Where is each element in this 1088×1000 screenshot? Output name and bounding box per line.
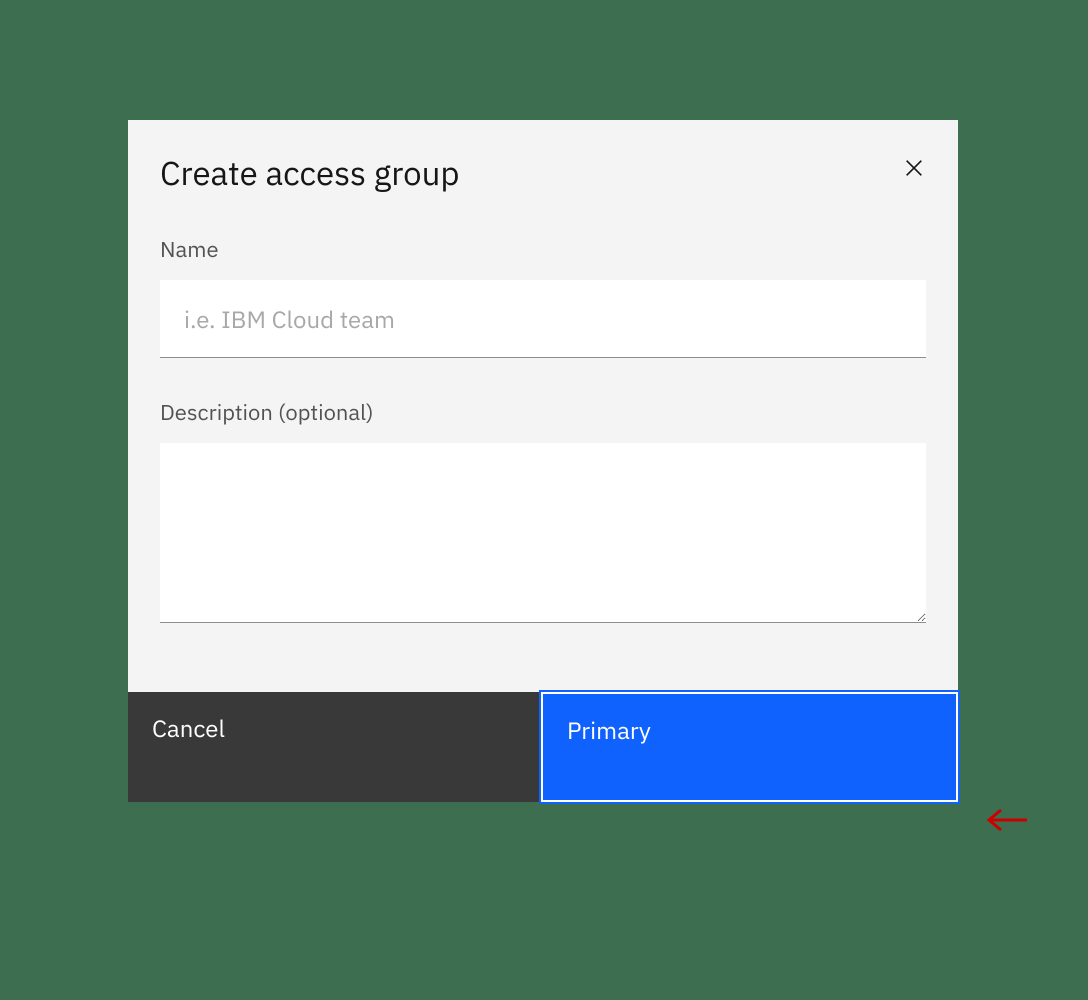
name-field-group: Name [160,235,926,358]
name-input[interactable] [160,280,926,358]
description-field-group: Description (optional) [160,398,926,628]
description-label: Description (optional) [160,398,926,427]
close-icon [903,157,925,179]
create-access-group-modal: Create access group Name Description (op… [128,120,958,802]
modal-footer: Cancel Primary [128,692,958,802]
arrow-annotation [985,806,1029,839]
close-button[interactable] [902,156,926,180]
arrow-left-icon [985,806,1029,834]
modal-title: Create access group [160,152,460,195]
cancel-button[interactable]: Cancel [128,692,541,802]
primary-button[interactable]: Primary [541,692,958,802]
name-label: Name [160,235,926,264]
modal-body: Name Description (optional) [128,195,958,692]
description-input[interactable] [160,443,926,623]
modal-header: Create access group [128,120,958,195]
